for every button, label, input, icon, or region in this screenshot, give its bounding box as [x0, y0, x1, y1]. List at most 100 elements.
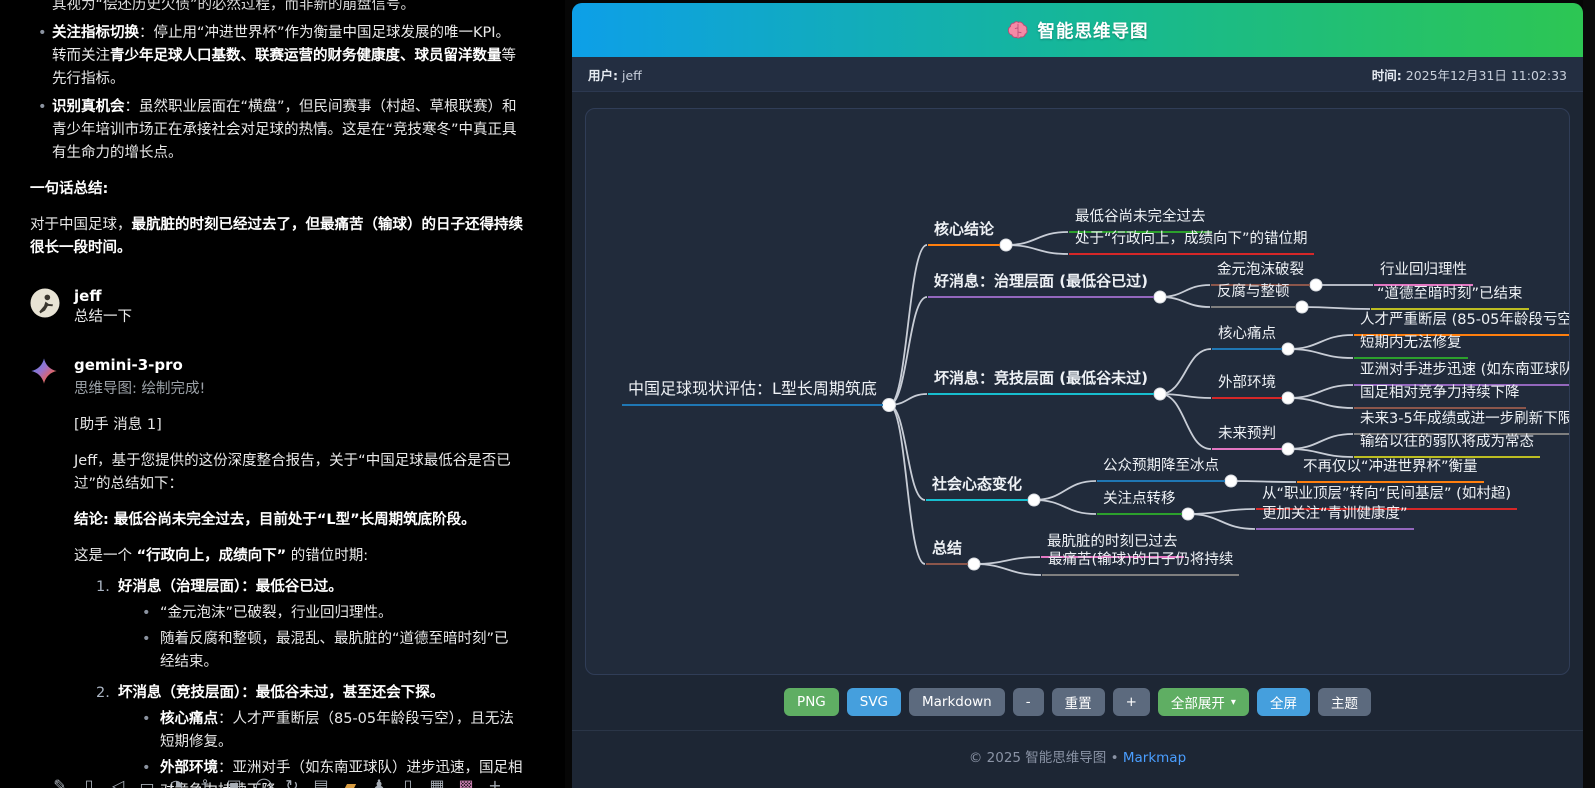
- mindmap-link: [1160, 349, 1211, 394]
- mindmap-node-n1[interactable]: 核心结论: [928, 218, 1000, 246]
- mindmap-link: [1188, 514, 1255, 529]
- app-icon[interactable]: ▩: [458, 774, 474, 788]
- mindmap-link: [889, 405, 925, 564]
- plus-icon[interactable]: +: [487, 774, 503, 788]
- text-run: 青少年足球人口基数、联赛运营的财务健康度、球员留洋数量: [110, 48, 502, 64]
- save-icon[interactable]: ▣: [226, 774, 242, 788]
- text-run: [助手 消息 1]: [74, 417, 162, 433]
- toolbar-button-全部展开[interactable]: 全部展开▾: [1158, 688, 1249, 716]
- mindmap-node-n3[interactable]: 坏消息：竞技层面 (最低谷未过): [928, 367, 1154, 395]
- assistant-message-body: [助手 消息 1]Jeff，基于您提供的这份深度整合报告，关于“中国足球最低谷是…: [74, 414, 523, 788]
- footer-separator: •: [1111, 750, 1123, 766]
- mindmap-node-n2b[interactable]: 反腐与整顿: [1211, 281, 1296, 309]
- text-run: 这是一个: [74, 548, 137, 564]
- anchor-icon[interactable]: ⚓: [197, 774, 213, 788]
- sub-bullet-text: 随着反腐和整顿，最混乱、最肮脏的“道德至暗时刻”已经结束。: [160, 628, 523, 674]
- toolbar-button--[interactable]: -: [1013, 688, 1044, 716]
- text-run: 结论: 最低谷尚未完全过去，目前处于“L型”长周期筑底阶段。: [74, 512, 476, 528]
- toolbar-button-Markdown[interactable]: Markdown: [909, 688, 1005, 716]
- mindmap-node-n3a[interactable]: 核心痛点: [1212, 323, 1282, 351]
- assistant-name: gemini-3-pro: [74, 355, 523, 375]
- scrollbar[interactable]: [1583, 0, 1595, 788]
- mindmap-node-n3b2[interactable]: 国足相对竞争力持续下降: [1354, 382, 1526, 410]
- button-label: 主题: [1331, 692, 1358, 712]
- mindmap-node-root[interactable]: 中国足球现状评估：L型长周期筑底: [622, 377, 883, 406]
- mindmap-collapse-circle-n4b[interactable]: [1182, 508, 1194, 520]
- mindmap-link: [974, 564, 1041, 575]
- app-header: 智能思维导图: [572, 3, 1583, 57]
- mindmap-node-n3c[interactable]: 未来预判: [1212, 423, 1282, 451]
- mindmap-node-n4a1[interactable]: 不再仅以“冲进世界杯”衡量: [1297, 456, 1484, 484]
- speaker-icon[interactable]: ◁: [110, 774, 126, 788]
- folder-icon[interactable]: ▰: [342, 774, 358, 788]
- bullet-text: 关注指标切换：停止用“冲进世界杯”作为衡量中国足球发展的唯一KPI。转而关注青少…: [52, 22, 523, 91]
- toolbar-button-PNG[interactable]: PNG: [784, 688, 839, 716]
- mindmap-node-n2[interactable]: 好消息：治理层面 (最低谷已过): [928, 270, 1154, 298]
- mindmap-node-n4[interactable]: 社会心态变化: [926, 473, 1028, 501]
- image-icon[interactable]: ▭: [139, 774, 155, 788]
- mindmap-node-n5[interactable]: 总结: [926, 537, 968, 565]
- user-avatar[interactable]: [30, 288, 60, 318]
- mindmap-node-n1b[interactable]: 处于“行政向上，成绩向下”的错位期: [1069, 228, 1314, 256]
- user-message-text: 总结一下: [74, 306, 523, 329]
- mindmap-collapse-circle-n3[interactable]: [1154, 388, 1166, 400]
- assistant-list-item: 2.坏消息（竞技层面）：最低谷未过，甚至还会下探。•核心痛点：人才严重断层（85…: [96, 682, 523, 788]
- mindmap-link: [1288, 398, 1353, 408]
- archive-icon[interactable]: ▤: [313, 774, 329, 788]
- mindmap-collapse-circle-n2b[interactable]: [1296, 301, 1308, 313]
- mindmap-app-panel: 智能思维导图 用户: jeff 时间: 2025年12月31日 11:02:33…: [565, 0, 1595, 788]
- markmap-link[interactable]: Markmap: [1123, 750, 1186, 766]
- mindmap-link: [889, 245, 927, 405]
- footer-copyright: © 2025 智能思维导图: [969, 750, 1106, 766]
- refresh-icon[interactable]: ↻: [284, 774, 300, 788]
- pencil-icon[interactable]: ✎: [52, 774, 68, 788]
- clock-icon[interactable]: ◔: [168, 774, 184, 788]
- mindmap-collapse-circle-n1[interactable]: [1000, 239, 1012, 251]
- grid-icon[interactable]: ▦: [429, 774, 445, 788]
- info-icon[interactable]: ◯: [255, 774, 271, 788]
- mindmap-link: [974, 557, 1040, 564]
- user-name: jeff: [74, 286, 523, 306]
- toolbar-button-全屏[interactable]: 全屏: [1257, 688, 1310, 716]
- mindmap-node-n4b[interactable]: 关注点转移: [1097, 488, 1182, 516]
- mindmap-node-n5b[interactable]: 最痛苦(输球)的日子仍将持续: [1042, 549, 1239, 577]
- mindmap-collapse-circle-n3a[interactable]: [1282, 343, 1294, 355]
- mindmap-collapse-circle-root[interactable]: [883, 399, 896, 412]
- mindmap-collapse-circle-n3c[interactable]: [1282, 443, 1294, 455]
- mindmap-collapse-circle-n2[interactable]: [1154, 291, 1166, 303]
- app-title: 智能思维导图: [1038, 18, 1149, 43]
- text-run: 的错位时期:: [286, 548, 368, 564]
- person-icon[interactable]: ♟: [371, 774, 387, 788]
- toolbar-button-主题[interactable]: 主题: [1318, 688, 1371, 716]
- toolbar-button-SVG[interactable]: SVG: [847, 688, 901, 716]
- document-icon[interactable]: ▯: [400, 774, 416, 788]
- mindmap-node-n4a[interactable]: 公众预期降至冰点: [1097, 455, 1225, 483]
- mindmap-node-n3b[interactable]: 外部环境: [1212, 372, 1282, 400]
- mindmap-collapse-circle-n5[interactable]: [968, 558, 980, 570]
- mindmap-collapse-circle-n4a[interactable]: [1225, 475, 1237, 487]
- trash-icon[interactable]: ▯: [81, 774, 97, 788]
- mindmap-node-n3c2[interactable]: 输给以往的弱队将成为常态: [1354, 431, 1540, 459]
- assistant-paragraph: 这是一个 “行政向上，成绩向下” 的错位时期:: [74, 545, 523, 568]
- chat-panel: 其视为“偿还历史欠债”的必然过程，而非新的崩盘信号。 •关注指标切换：停止用“冲…: [0, 0, 565, 788]
- user-info-value: jeff: [622, 68, 642, 83]
- bullet-dot-icon: •: [38, 22, 52, 91]
- user-info-label: 用户:: [588, 68, 618, 83]
- toolbar-button-+[interactable]: +: [1113, 688, 1150, 716]
- mindmap-canvas[interactable]: 中国足球现状评估：L型长周期筑底核心结论最低谷尚未完全过去处于“行政向上，成绩向…: [585, 108, 1570, 675]
- mindmap-node-n4b2[interactable]: 更加关注“青训健康度”: [1256, 503, 1414, 531]
- bullet-dot-icon: •: [38, 96, 52, 165]
- message-assistant: gemini-3-pro 思维导图: 绘制完成! [助手 消息 1]Jeff，基…: [30, 355, 523, 788]
- text-run: 对于中国足球，: [30, 217, 132, 233]
- bullet-dot-icon: •: [142, 602, 160, 625]
- button-label: +: [1126, 694, 1137, 710]
- button-label: 全屏: [1270, 692, 1297, 712]
- mindmap-collapse-circle-n2a[interactable]: [1310, 279, 1322, 291]
- mindmap-link: [1288, 434, 1353, 449]
- mindmap-node-n2b1[interactable]: “道德至暗时刻”已结束: [1371, 283, 1529, 311]
- toolbar-button-重置[interactable]: 重置: [1052, 688, 1105, 716]
- mindmap-collapse-circle-n4[interactable]: [1028, 494, 1040, 506]
- mindmap-node-n3a2[interactable]: 短期内无法修复: [1354, 332, 1468, 360]
- mindmap-collapse-circle-n3b[interactable]: [1282, 392, 1294, 404]
- mindmap-link: [1006, 232, 1068, 245]
